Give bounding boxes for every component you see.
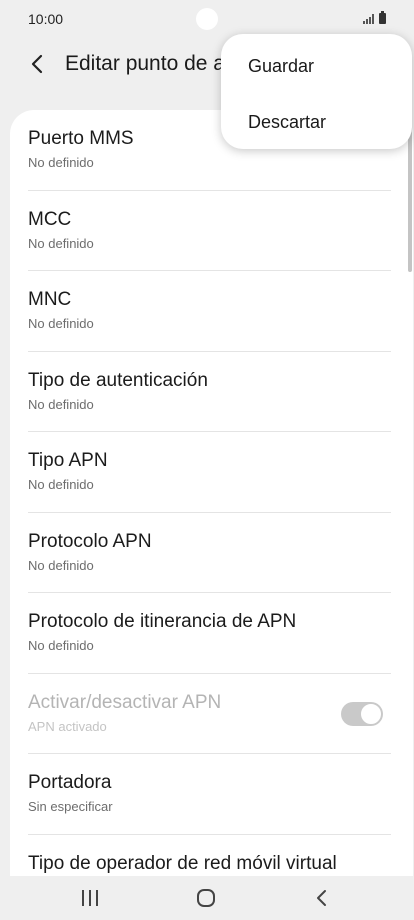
list-item-title: Activar/desactivar APN [28, 691, 222, 713]
list-item-title: Tipo de autenticación [28, 369, 208, 391]
back-button[interactable] [22, 48, 54, 80]
menu-item-descartar[interactable]: Descartar [248, 112, 326, 133]
list-item-title: MCC [28, 208, 72, 230]
list-item-title: MNC [28, 289, 72, 310]
back-arrow-icon [317, 890, 326, 906]
list-item-subtitle: No definido [28, 477, 94, 492]
menu-item-guardar[interactable]: Guardar [248, 56, 314, 77]
list-item-portadora[interactable]: Portadora Sin especificar [10, 754, 413, 835]
list-item-title: Puerto MMS [28, 128, 134, 149]
settings-list: Puerto MMS No definido MCC No definido M… [10, 110, 413, 876]
list-item-subtitle: No definido [28, 557, 94, 573]
home-button[interactable] [186, 882, 226, 914]
status-icons [363, 11, 386, 24]
toggle-knob [360, 702, 382, 725]
recents-icon [82, 890, 98, 906]
list-item-protocolo-apn[interactable]: Protocolo APN No definido [10, 513, 413, 593]
list-item-tipo-autenticacion[interactable]: Tipo de autenticación No definido [10, 352, 413, 432]
list-item-subtitle: No definido [28, 638, 94, 653]
list-item-title: Protocolo de itinerancia de APN [28, 611, 297, 632]
recents-button[interactable] [70, 882, 110, 914]
list-item-subtitle: APN activado [28, 718, 107, 734]
list-item-activar-apn: Activar/desactivar APN APN activado [10, 674, 413, 754]
camera-cutout [196, 8, 218, 30]
list-item-mcc[interactable]: MCC No definido [10, 191, 413, 271]
list-item-title: Tipo de operador de red móvil virtual [28, 852, 337, 874]
list-item-title: Protocolo APN [28, 530, 152, 552]
list-item-subtitle: No definido [28, 235, 94, 251]
list-item-subtitle: No definido [28, 155, 94, 170]
list-item-subtitle: No definido [28, 316, 94, 331]
list-item-tipo-operador[interactable]: Tipo de operador de red móvil virtual [10, 835, 413, 877]
list-item-tipo-apn[interactable]: Tipo APN No definido [10, 432, 413, 513]
list-item-subtitle: Sin especificar [28, 799, 113, 814]
apn-toggle [341, 701, 383, 726]
chevron-left-icon [31, 54, 43, 74]
nav-back-button[interactable] [302, 882, 342, 914]
list-item-title: Tipo APN [28, 450, 108, 471]
overflow-menu: Guardar Descartar [221, 34, 412, 149]
home-icon [197, 889, 215, 907]
page-title: Editar punto de acceso [65, 52, 245, 75]
status-time: 10:00 [28, 11, 64, 27]
list-item-subtitle: No definido [28, 396, 94, 412]
list-item-protocolo-itinerancia[interactable]: Protocolo de itinerancia de APN No defin… [10, 593, 413, 674]
battery-icon [379, 11, 386, 24]
signal-icon [363, 14, 374, 24]
list-item-mnc[interactable]: MNC No definido [10, 271, 413, 352]
status-bar: 10:00 [0, 0, 414, 38]
navigation-bar [0, 876, 414, 920]
list-item-title: Portadora [28, 772, 112, 793]
